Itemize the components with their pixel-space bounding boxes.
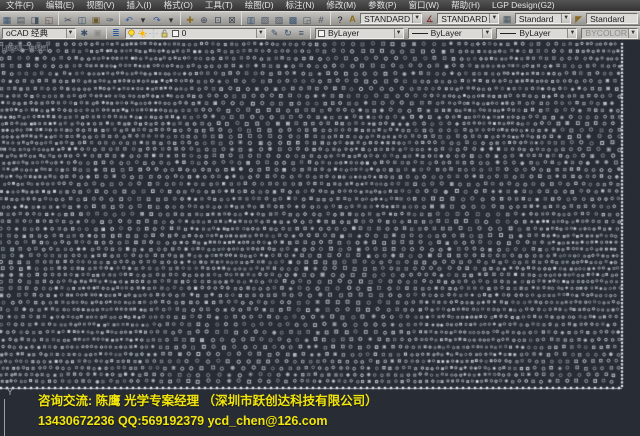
zoom-previous-icon[interactable]: ⊠ [226, 14, 239, 26]
menu-item-4[interactable]: 插入(I) [121, 0, 158, 11]
copy-icon[interactable]: ◫ [76, 14, 89, 26]
plot-preview-icon[interactable]: ◨ [29, 14, 42, 26]
paste-icon[interactable]: ▣ [90, 14, 103, 26]
toolbar-separator [310, 28, 311, 39]
table-style-select[interactable]: Standard ▼ [515, 13, 571, 24]
chevron-down-icon: ▼ [394, 29, 403, 38]
publish-icon[interactable]: ◱ [43, 14, 56, 26]
ucs-y-axis-label: Y [7, 387, 13, 397]
quickcalc-icon[interactable]: # [315, 14, 328, 26]
layer-unlock-icon[interactable] [160, 29, 169, 38]
plot-icon[interactable]: ▤ [15, 14, 28, 26]
match-properties-icon[interactable]: ✑ [104, 14, 117, 26]
toolbar-separator [241, 11, 242, 26]
lineweight-select[interactable]: ByLayer ▼ [496, 28, 577, 39]
menu-bar: 文件(F)编辑(E)视图(V)插入(I)格式(O)工具(T)绘图(D)标注(N)… [0, 0, 640, 11]
menu-item-2[interactable]: 编辑(E) [40, 0, 80, 11]
tool-palettes-icon[interactable]: ▨ [273, 14, 286, 26]
menu-item-3[interactable]: 视图(V) [80, 0, 120, 11]
layer-select[interactable]: 0 ▼ [125, 28, 266, 39]
standard-toolbar-icons: ▦▤◨◱✂◫▣✑↶▾↷▾✚⊕⊡⊠▥▧▨▩◲#? [0, 11, 347, 26]
lgp-dot-pattern-canvas[interactable] [0, 40, 640, 436]
zoom-window-icon[interactable]: ⊡ [212, 14, 225, 26]
menu-item-13[interactable]: LGP Design(G2) [486, 0, 561, 11]
chevron-down-icon: ▼ [628, 29, 637, 38]
help-icon[interactable]: ? [334, 14, 347, 26]
toolbar-separator [180, 11, 181, 26]
mleader-style-icon[interactable]: ◤ [574, 13, 584, 25]
workspace-select[interactable]: oCAD 经典 ▼ [2, 28, 76, 39]
autocad-window: 文件(F)编辑(E)视图(V)插入(I)格式(O)工具(T)绘图(D)标注(N)… [0, 0, 640, 436]
ucs-y-axis-line [4, 399, 5, 436]
menu-item-7[interactable]: 绘图(D) [239, 0, 280, 11]
cut-icon[interactable]: ✂ [62, 14, 75, 26]
dim-style-icon[interactable]: ∡ [425, 13, 435, 25]
workspace-settings-icon[interactable]: ✱ [78, 27, 90, 39]
contact-line-2: 13430672236 QQ:569192379 ycd_chen@126.co… [38, 412, 378, 432]
layer-color-swatch[interactable] [172, 30, 179, 37]
layer-thaw-sun-icon[interactable] [138, 29, 147, 38]
designcenter-icon[interactable]: ▧ [259, 14, 272, 26]
toolbar-separator [106, 28, 107, 39]
markup-icon[interactable]: ◲ [301, 14, 314, 26]
menu-item-12[interactable]: 帮助(H) [445, 0, 486, 11]
chevron-down-icon: ▼ [489, 14, 498, 23]
model-space-viewport[interactable]: [-][俯视][二维线框] Y 咨询交流: 陈鹰 光学专案经理 （深圳市跃创达科… [0, 40, 640, 436]
chevron-down-icon: ▼ [561, 14, 570, 23]
layer-properties-icon[interactable]: ≣ [110, 27, 122, 39]
mleader-style-select[interactable]: Standard [586, 13, 638, 24]
redo-expand-icon[interactable]: ▾ [165, 14, 178, 26]
plot-style-select: BYCOLOR ▼ [581, 28, 638, 39]
menu-item-9[interactable]: 修改(M) [320, 0, 362, 11]
linetype-sample [412, 33, 428, 34]
redo-icon[interactable]: ↷ [151, 14, 164, 26]
standard-toolbar: ▦▤◨◱✂◫▣✑↶▾↷▾✚⊕⊡⊠▥▧▨▩◲#? A STANDARD ▼ ∡ S… [0, 11, 640, 26]
layer-states-icon[interactable]: ≡ [295, 27, 307, 39]
toolbar-separator [58, 11, 59, 26]
chevron-down-icon: ▼ [66, 29, 75, 38]
properties-icon[interactable]: ▥ [245, 14, 258, 26]
viewport-controls-label[interactable]: [-][俯视][二维线框] [2, 42, 48, 52]
color-bylayer-swatch [318, 30, 325, 37]
chevron-down-icon: ▼ [482, 29, 491, 38]
layer-previous-icon[interactable]: ↻ [282, 27, 294, 39]
menu-item-1[interactable]: 文件(F) [0, 0, 40, 11]
toolbar-separator [330, 11, 331, 26]
make-object-layer-current-icon[interactable]: ✎ [268, 27, 280, 39]
menu-item-11[interactable]: 窗口(W) [402, 0, 445, 11]
sheet-set-manager-icon[interactable]: ▩ [287, 14, 300, 26]
text-style-icon[interactable]: A [348, 13, 358, 25]
menu-item-10[interactable]: 参数(P) [362, 0, 402, 11]
my-workspace-icon[interactable]: ▣ [91, 27, 103, 39]
linetype-select[interactable]: ByLayer ▼ [408, 28, 493, 39]
menu-item-5[interactable]: 格式(O) [158, 0, 199, 11]
undo-expand-icon[interactable]: ▾ [137, 14, 150, 26]
contact-line-1: 咨询交流: 陈鹰 光学专案经理 （深圳市跃创达科技有限公司） [38, 392, 378, 412]
text-style-select[interactable]: STANDARD ▼ [360, 13, 422, 24]
contact-info-overlay: 咨询交流: 陈鹰 光学专案经理 （深圳市跃创达科技有限公司） 134306722… [38, 392, 378, 431]
dim-style-select[interactable]: STANDARD ▼ [437, 13, 499, 24]
chevron-down-icon: ▼ [412, 14, 421, 23]
chevron-down-icon: ▼ [256, 29, 265, 38]
save-icon[interactable]: ▦ [1, 14, 14, 26]
pan-icon[interactable]: ✚ [184, 14, 197, 26]
table-style-icon[interactable]: ▦ [502, 13, 513, 25]
zoom-realtime-icon[interactable]: ⊕ [198, 14, 211, 26]
layers-properties-toolbar: oCAD 经典 ▼ ✱ ▣ ≣ 0 ▼ ✎ ↻ ≡ ByLayer ▼ ByLa… [0, 26, 640, 40]
chevron-down-icon: ▼ [567, 29, 576, 38]
layer-on-bulb-icon[interactable] [127, 29, 136, 38]
layer-viewport-sun-icon[interactable] [149, 29, 158, 38]
object-color-select[interactable]: ByLayer ▼ [315, 28, 404, 39]
menu-item-8[interactable]: 标注(N) [280, 0, 321, 11]
menu-item-6[interactable]: 工具(T) [199, 0, 239, 11]
toolbar-separator [119, 11, 120, 26]
undo-icon[interactable]: ↶ [123, 14, 136, 26]
lineweight-sample [500, 33, 516, 34]
